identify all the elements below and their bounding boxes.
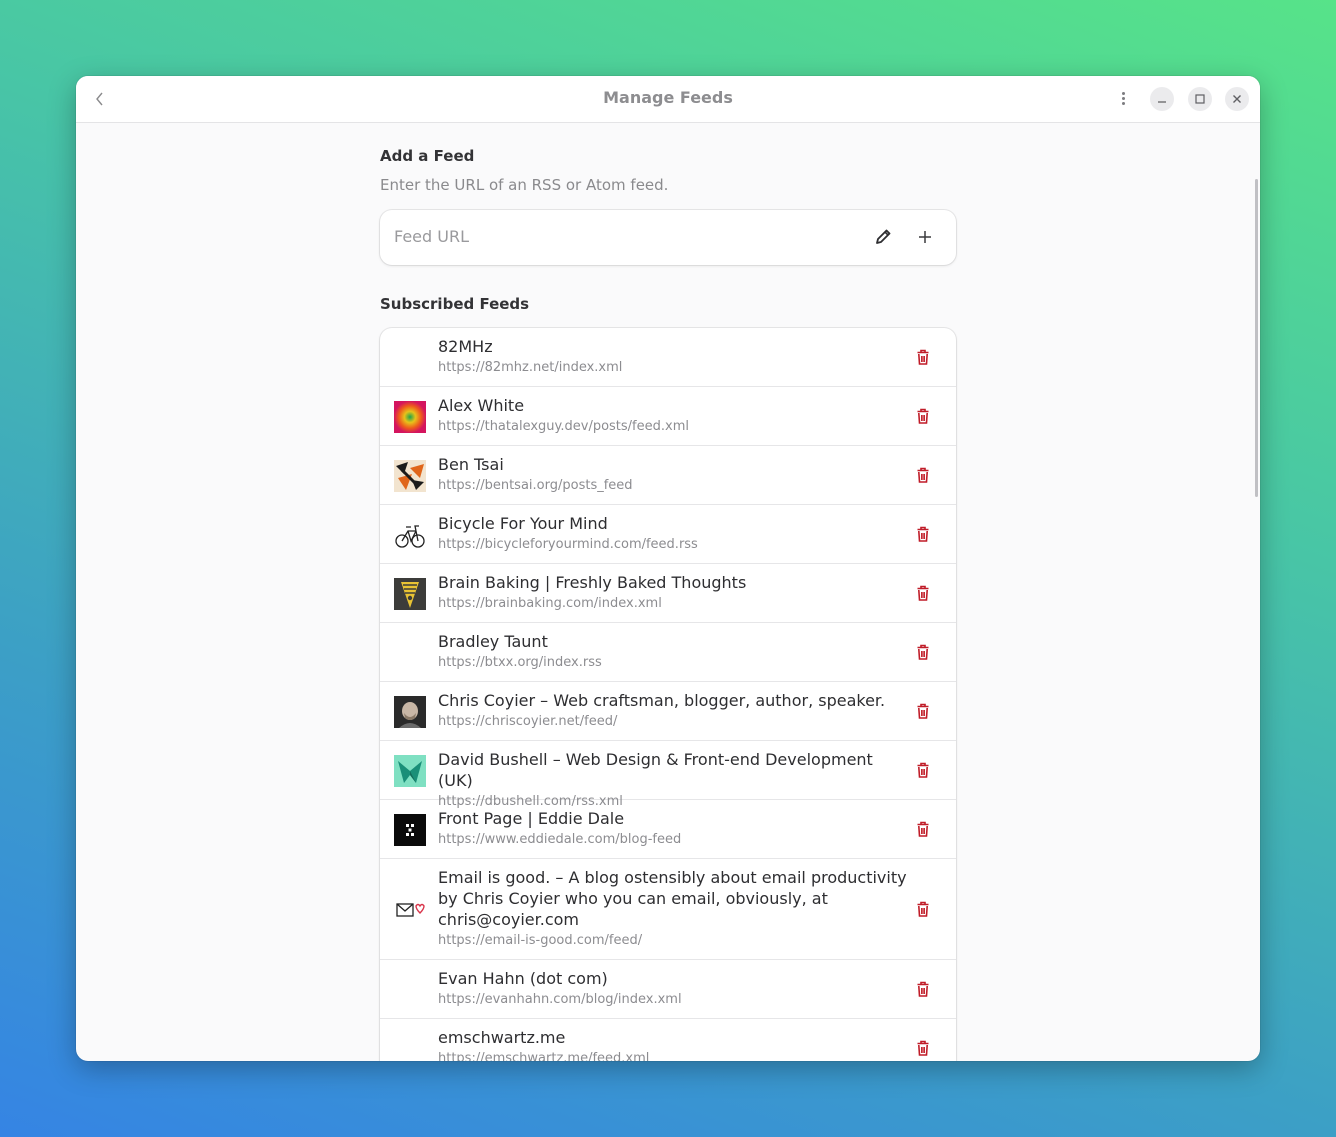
feed-url: https://bentsai.org/posts_feed [438, 478, 633, 493]
feed-url: https://82mhz.net/index.xml [438, 360, 623, 375]
alex-white-favicon [394, 401, 426, 433]
email-heart-favicon [394, 894, 426, 926]
add-feed-heading: Add a Feed [380, 147, 475, 165]
trash-icon [917, 585, 929, 601]
feed-url: https://brainbaking.com/index.xml [438, 596, 662, 611]
pencil-icon [876, 229, 891, 244]
delete-feed-button[interactable] [913, 760, 933, 780]
edit-button[interactable] [870, 224, 896, 250]
trash-icon [917, 703, 929, 719]
trash-icon [917, 1040, 929, 1056]
main-menu-button[interactable] [1110, 85, 1136, 111]
delete-feed-button[interactable] [913, 406, 933, 426]
add-feed-button[interactable] [912, 224, 938, 250]
trash-icon [917, 349, 929, 365]
maximize-button[interactable] [1188, 87, 1212, 111]
feed-url-entry[interactable]: Feed URL [380, 210, 956, 265]
feed-url: https://bicycleforyourmind.com/feed.rss [438, 537, 698, 552]
feed-title: David Bushell – Web Design & Front-end D… [438, 750, 873, 790]
feed-title: Bicycle For Your Mind [438, 514, 608, 533]
feed-title: Brain Baking | Freshly Baked Thoughts [438, 573, 747, 592]
feed-url: https://www.eddiedale.com/blog-feed [438, 832, 682, 847]
feed-title: Evan Hahn (dot com) [438, 969, 608, 988]
bicycle-favicon [394, 519, 426, 551]
feed-title: Alex White [438, 396, 525, 415]
chris-coyier-favicon [394, 696, 426, 728]
menu-dot [1121, 96, 1125, 100]
feed-url: https://btxx.org/index.rss [438, 655, 602, 670]
feed-url: https://evanhahn.com/blog/index.xml [438, 992, 682, 1007]
feed-row: Brain Baking | Freshly Baked Thoughts ht… [380, 564, 956, 623]
trash-icon [917, 821, 929, 837]
feed-title: Bradley Taunt [438, 632, 548, 651]
add-feed-description: Enter the URL of an RSS or Atom feed. [380, 176, 669, 194]
minimize-button[interactable] [1150, 87, 1174, 111]
trash-icon [917, 467, 929, 483]
feed-row: Bicycle For Your Mind https://bicyclefor… [380, 505, 956, 564]
menu-dot [1121, 101, 1125, 105]
manage-feeds-window: Manage Feeds Add a Feed Enter the URL of… [76, 76, 1260, 1061]
trash-icon [917, 981, 929, 997]
trash-icon [917, 526, 929, 542]
feed-title: 82MHz [438, 337, 493, 356]
feed-title: emschwartz.me [438, 1028, 566, 1047]
delete-feed-button[interactable] [913, 1038, 933, 1058]
delete-feed-button[interactable] [913, 701, 933, 721]
feed-row: Alex White https://thatalexguy.dev/posts… [380, 387, 956, 446]
window-title: Manage Feeds [603, 88, 733, 107]
close-icon [1233, 95, 1241, 103]
eddie-dale-favicon [394, 814, 426, 846]
brain-baking-favicon [394, 578, 426, 610]
feed-url-input[interactable]: Feed URL [394, 227, 469, 246]
feed-row: Email is good. – A blog ostensibly about… [380, 859, 956, 960]
plus-icon [919, 231, 931, 243]
delete-feed-button[interactable] [913, 524, 933, 544]
delete-feed-button[interactable] [913, 819, 933, 839]
feed-url: https://emschwartz.me/feed.xml [438, 1051, 650, 1061]
feed-url: https://chriscoyier.net/feed/ [438, 714, 618, 729]
feed-url: https://email-is-good.com/feed/ [438, 933, 643, 948]
feed-title: Chris Coyier – Web craftsman, blogger, a… [438, 691, 886, 710]
feed-url: https://thatalexguy.dev/posts/feed.xml [438, 419, 689, 434]
subscribed-feeds-heading: Subscribed Feeds [380, 295, 530, 313]
feed-title: Front Page | Eddie Dale [438, 809, 625, 828]
delete-feed-button[interactable] [913, 347, 933, 367]
minimize-icon [1158, 101, 1166, 103]
scrolled-content[interactable]: Add a Feed Enter the URL of an RSS or At… [76, 123, 1260, 1061]
feed-row: emschwartz.me https://emschwartz.me/feed… [380, 1019, 956, 1061]
close-button[interactable] [1225, 87, 1249, 111]
delete-feed-button[interactable] [913, 583, 933, 603]
feed-title: Ben Tsai [438, 455, 504, 474]
ben-tsai-favicon [394, 460, 426, 492]
feed-title: Email is good. – A blog ostensibly about… [438, 868, 907, 929]
feed-row: Front Page | Eddie Dale https://www.eddi… [380, 800, 956, 859]
feed-row: Ben Tsai https://bentsai.org/posts_feed [380, 446, 956, 505]
maximize-icon [1195, 94, 1205, 104]
scrollbar[interactable] [1255, 179, 1258, 497]
delete-feed-button[interactable] [913, 642, 933, 662]
trash-icon [917, 408, 929, 424]
david-bushell-favicon [394, 755, 426, 787]
feed-row: David Bushell – Web Design & Front-end D… [380, 741, 956, 809]
trash-icon [917, 644, 929, 660]
menu-dots-icon [1121, 91, 1125, 95]
feed-list: 82MHz https://82mhz.net/index.xml Alex W… [380, 328, 956, 1061]
delete-feed-button[interactable] [913, 979, 933, 999]
feed-row: Bradley Taunt https://btxx.org/index.rss [380, 623, 956, 682]
delete-feed-button[interactable] [913, 465, 933, 485]
trash-icon [917, 901, 929, 917]
feed-row: 82MHz https://82mhz.net/index.xml [380, 328, 956, 387]
delete-feed-button[interactable] [913, 899, 933, 919]
header-bar: Manage Feeds [76, 76, 1260, 123]
trash-icon [917, 762, 929, 778]
feed-row: Chris Coyier – Web craftsman, blogger, a… [380, 682, 956, 741]
feed-row: Evan Hahn (dot com) https://evanhahn.com… [380, 960, 956, 1019]
